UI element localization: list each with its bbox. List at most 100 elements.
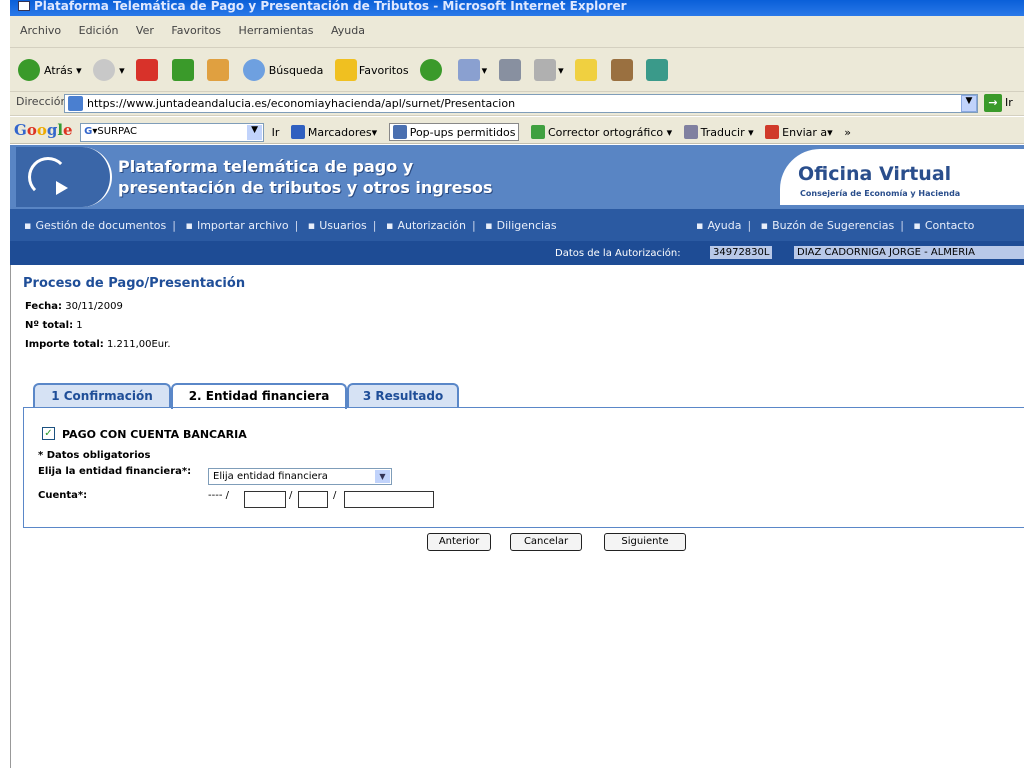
google-dropdown-icon[interactable]: ▼	[247, 124, 263, 140]
address-dropdown-icon[interactable]: ▼	[961, 95, 977, 112]
payment-checkbox[interactable]: ✓	[42, 427, 55, 440]
anterior-button[interactable]: Anterior	[427, 533, 491, 551]
main-nav: Gestión de documentos| Importar archivo|…	[10, 209, 1024, 241]
messenger-icon	[646, 59, 669, 81]
browser-window: Plataforma Telemática de Pago y Presenta…	[0, 0, 1024, 768]
stop-icon	[136, 59, 159, 81]
more-button[interactable]: »	[844, 126, 851, 139]
mail-icon	[457, 59, 480, 81]
tab-entidad-financiera[interactable]: 2. Entidad financiera	[171, 383, 347, 409]
home-icon	[207, 59, 230, 81]
page-icon	[68, 96, 83, 111]
account-number-input[interactable]	[344, 491, 434, 508]
account-sep-1: /	[289, 490, 293, 501]
mail-button[interactable]: ▾	[457, 56, 487, 84]
oficina-virtual-title: Oficina Virtual	[798, 163, 952, 185]
window-title: Plataforma Telemática de Pago y Presenta…	[34, 0, 627, 13]
messenger-button[interactable]	[646, 56, 670, 84]
menu-ver[interactable]: Ver	[136, 24, 154, 37]
history-button[interactable]	[420, 56, 446, 84]
title-bar: Plataforma Telemática de Pago y Presenta…	[10, 0, 1024, 16]
account-dc-input[interactable]	[298, 491, 328, 508]
send-icon	[765, 125, 780, 139]
consejeria-label: Consejería de Economía y Hacienda	[800, 189, 961, 198]
account-row: ---- /	[208, 490, 229, 501]
menu-ayuda[interactable]: Ayuda	[331, 24, 365, 37]
siguiente-button[interactable]: Siguiente	[604, 533, 686, 551]
nav-contacto[interactable]: Contacto	[913, 219, 974, 232]
bank-label: Elija la entidad financiera*:	[38, 466, 192, 477]
history-icon	[420, 59, 443, 81]
research-button[interactable]	[610, 56, 635, 84]
google-go-button[interactable]: Ir	[272, 126, 280, 139]
google-search-input[interactable]: G▾SURPAC ▼	[80, 122, 265, 142]
google-logo: Google	[14, 121, 73, 139]
favorites-button[interactable]: Favoritos	[334, 56, 409, 84]
total-row: Nº total: 1	[25, 320, 83, 331]
authorization-bar: Datos de la Autorización: 34972830L DIAZ…	[10, 241, 1024, 265]
menu-herramientas[interactable]: Herramientas	[239, 24, 314, 37]
form-panel: ✓ PAGO CON CUENTA BANCARIA * Datos oblig…	[23, 407, 1024, 528]
nav-importar-archivo[interactable]: Importar archivo	[185, 219, 288, 232]
home-button[interactable]	[207, 56, 231, 84]
print-button[interactable]	[498, 56, 523, 84]
oficina-virtual-badge: Oficina Virtual Consejería de Economía y…	[780, 149, 1024, 205]
send-to-button[interactable]: Enviar a▾	[765, 125, 833, 139]
page-content: Proceso de Pago/Presentación Fecha: 30/1…	[10, 265, 1024, 768]
menu-favoritos[interactable]: Favoritos	[171, 24, 221, 37]
payment-label: PAGO CON CUENTA BANCARIA	[62, 428, 247, 441]
auth-name: DIAZ CADORNIGA JORGE - ALMERIA	[794, 246, 1024, 259]
nav-gestion-documentos[interactable]: Gestión de documentos	[24, 219, 166, 232]
menu-edicion[interactable]: Edición	[79, 24, 119, 37]
standard-toolbar: Atrás ▾ ▾ Búsqueda Favoritos ▾ ▾	[10, 48, 1024, 92]
back-button[interactable]: Atrás ▾	[18, 56, 82, 84]
tab-confirmacion[interactable]: 1 Confirmación	[33, 383, 171, 407]
google-toolbar: Google G▾SURPAC ▼ Ir Marcadores▾ Pop-ups …	[10, 117, 1024, 144]
banner-title-line2: presentación de tributos y otros ingreso…	[118, 178, 493, 197]
nav-usuarios[interactable]: Usuarios	[308, 219, 367, 232]
notes-button[interactable]	[575, 56, 599, 84]
menu-bar: Archivo Edición Ver Favoritos Herramient…	[10, 16, 1024, 48]
site-banner: Plataforma telemática de pago y presenta…	[10, 145, 1024, 209]
auth-label: Datos de la Autorización:	[555, 248, 681, 259]
refresh-button[interactable]	[171, 56, 196, 84]
chevron-down-icon: ▼	[375, 470, 390, 483]
account-entity-input[interactable]	[244, 491, 286, 508]
page-title: Proceso de Pago/Presentación	[23, 276, 246, 291]
address-input[interactable]: https://www.juntadeandalucia.es/economia…	[64, 94, 978, 113]
refresh-icon	[171, 59, 194, 81]
fecha-value: 30/11/2009	[65, 301, 123, 312]
forward-button[interactable]: ▾	[93, 56, 125, 84]
spellcheck-button[interactable]: Corrector ortográfico ▾	[530, 125, 672, 139]
translate-icon	[683, 125, 698, 139]
stop-button[interactable]	[136, 56, 160, 84]
ie-icon	[18, 1, 30, 11]
bank-select[interactable]: Elija entidad financiera ▼	[208, 468, 392, 485]
forward-arrow-icon	[93, 59, 116, 81]
nav-right: Ayuda| Buzón de Sugerencias| Contacto	[696, 219, 974, 232]
edit-button[interactable]: ▾	[534, 56, 564, 84]
importe-row: Importe total: 1.211,00Eur.	[25, 339, 171, 350]
fecha-row: Fecha: 30/11/2009	[25, 301, 123, 312]
search-button[interactable]: Búsqueda	[242, 56, 323, 84]
menu-archivo[interactable]: Archivo	[20, 24, 61, 37]
printer-icon	[498, 59, 521, 81]
account-sep-2: /	[333, 490, 337, 501]
star-icon	[334, 59, 357, 81]
banner-title-line1: Plataforma telemática de pago y	[118, 157, 414, 176]
nav-diligencias[interactable]: Diligencias	[485, 219, 556, 232]
go-button[interactable]: → Ir	[984, 94, 1013, 112]
nav-ayuda[interactable]: Ayuda	[696, 219, 741, 232]
address-label: Dirección	[16, 95, 68, 108]
edit-icon	[534, 59, 557, 81]
nav-buzon-sugerencias[interactable]: Buzón de Sugerencias	[761, 219, 895, 232]
nav-autorizacion[interactable]: Autorización	[386, 219, 466, 232]
research-icon	[610, 59, 633, 81]
auth-nif: 34972830L	[710, 246, 773, 259]
translate-button[interactable]: Traducir ▾	[683, 125, 754, 139]
tab-resultado[interactable]: 3 Resultado	[347, 383, 459, 407]
cancelar-button[interactable]: Cancelar	[510, 533, 582, 551]
popups-button[interactable]: Pop-ups permitidos	[388, 123, 520, 141]
bookmarks-button[interactable]: Marcadores▾	[290, 125, 377, 139]
total-value: 1	[76, 320, 83, 331]
